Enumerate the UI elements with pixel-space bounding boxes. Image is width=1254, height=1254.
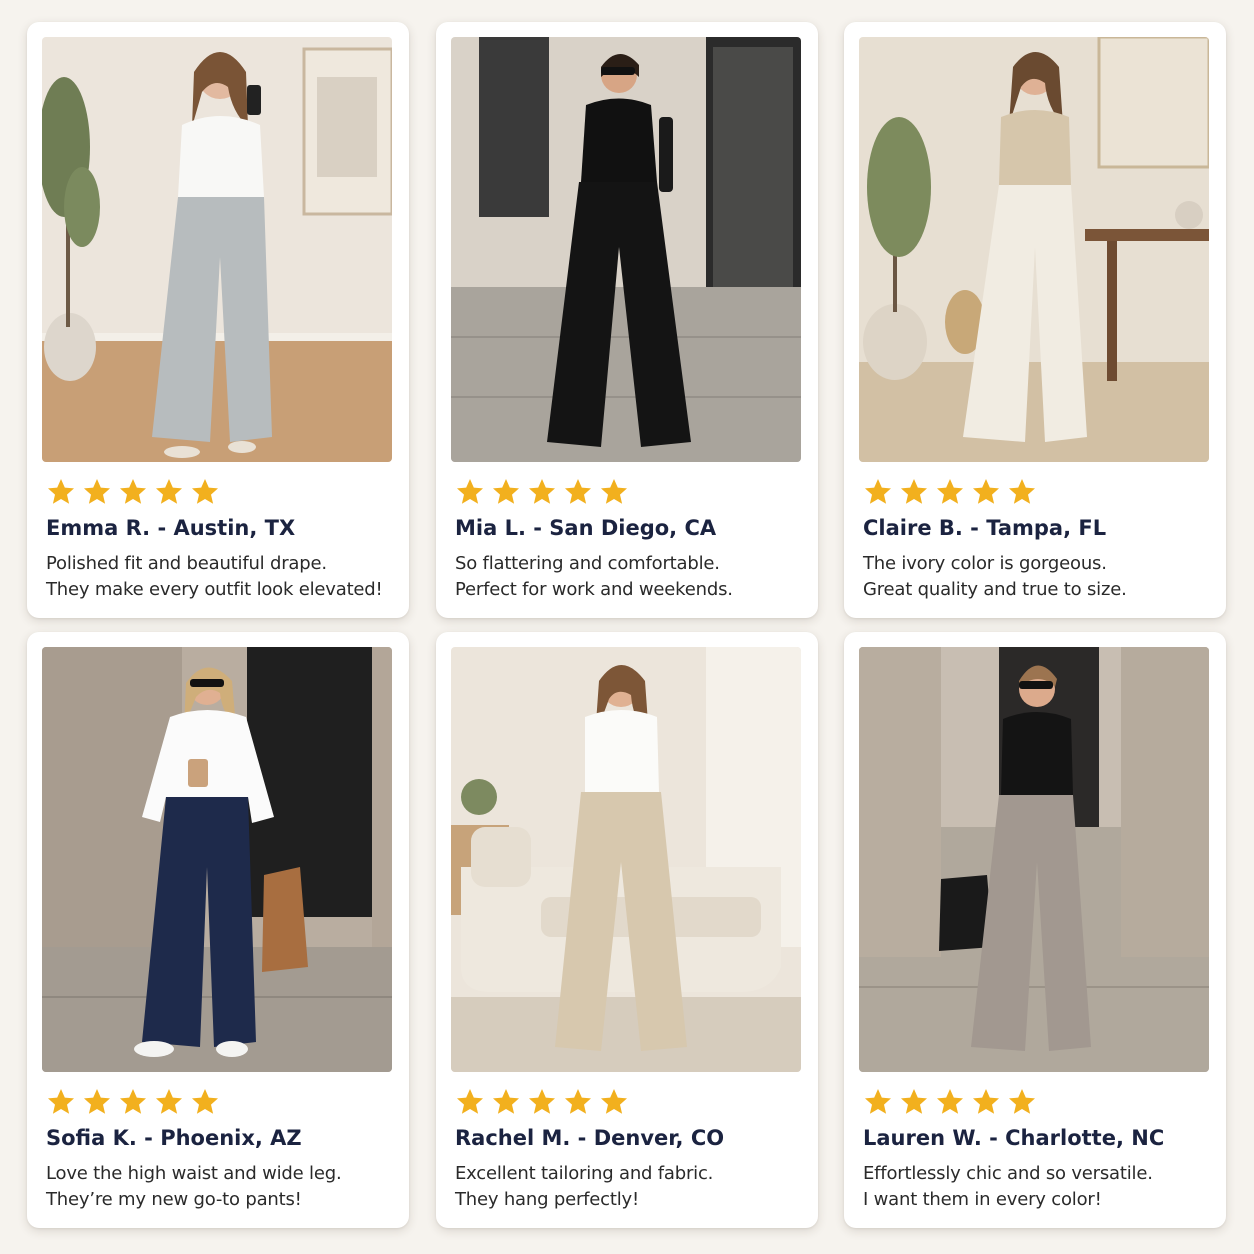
review-text-line: The ivory color is gorgeous. bbox=[863, 553, 1107, 574]
review-card: Claire B. - Tampa, FL The ivory color is… bbox=[844, 22, 1226, 618]
review-card: Rachel M. - Denver, CO Excellent tailori… bbox=[436, 632, 818, 1228]
star-icon bbox=[1007, 477, 1037, 507]
star-icon bbox=[935, 1087, 965, 1117]
star-icon bbox=[46, 1087, 76, 1117]
star-icon bbox=[118, 1087, 148, 1117]
star-icon bbox=[899, 1087, 929, 1117]
star-icon bbox=[971, 477, 1001, 507]
star-icon bbox=[527, 1087, 557, 1117]
review-text-line: They’re my new go-to pants! bbox=[46, 1189, 302, 1210]
star-icon bbox=[527, 477, 557, 507]
star-icon bbox=[935, 477, 965, 507]
review-text-line: Love the high waist and wide leg. bbox=[46, 1163, 342, 1184]
star-rating bbox=[455, 477, 629, 507]
review-photo bbox=[859, 37, 1209, 462]
review-text-line: I want them in every color! bbox=[863, 1189, 1102, 1210]
star-icon bbox=[599, 1087, 629, 1117]
star-icon bbox=[190, 1087, 220, 1117]
star-icon bbox=[82, 1087, 112, 1117]
review-text-line: Polished fit and beautiful drape. bbox=[46, 553, 327, 574]
star-icon bbox=[190, 477, 220, 507]
review-card: Emma R. - Austin, TX Polished fit and be… bbox=[27, 22, 409, 618]
review-text-line: So flattering and comfortable. bbox=[455, 553, 720, 574]
star-icon bbox=[118, 477, 148, 507]
review-card: Lauren W. - Charlotte, NC Effortlessly c… bbox=[844, 632, 1226, 1228]
star-icon bbox=[154, 477, 184, 507]
review-card: Mia L. - San Diego, CA So flattering and… bbox=[436, 22, 818, 618]
star-rating bbox=[46, 1087, 220, 1117]
star-icon bbox=[563, 477, 593, 507]
review-photo bbox=[451, 647, 801, 1072]
star-icon bbox=[455, 477, 485, 507]
star-icon bbox=[154, 1087, 184, 1117]
review-photo bbox=[451, 37, 801, 462]
star-icon bbox=[491, 477, 521, 507]
reviewer-name: Mia L. - San Diego, CA bbox=[455, 516, 717, 540]
star-icon bbox=[491, 1087, 521, 1117]
review-text-line: They hang perfectly! bbox=[455, 1189, 639, 1210]
reviewer-name: Emma R. - Austin, TX bbox=[46, 516, 296, 540]
star-icon bbox=[863, 1087, 893, 1117]
star-icon bbox=[82, 477, 112, 507]
review-photo bbox=[42, 37, 392, 462]
star-icon bbox=[563, 1087, 593, 1117]
review-card: Sofia K. - Phoenix, AZ Love the high wai… bbox=[27, 632, 409, 1228]
review-text-line: Great quality and true to size. bbox=[863, 579, 1127, 600]
reviewer-name: Sofia K. - Phoenix, AZ bbox=[46, 1126, 302, 1150]
review-text-line: They make every outfit look elevated! bbox=[46, 579, 383, 600]
star-icon bbox=[899, 477, 929, 507]
star-icon bbox=[971, 1087, 1001, 1117]
review-text-line: Effortlessly chic and so versatile. bbox=[863, 1163, 1153, 1184]
reviewer-name: Claire B. - Tampa, FL bbox=[863, 516, 1107, 540]
star-icon bbox=[599, 477, 629, 507]
star-rating bbox=[863, 1087, 1037, 1117]
review-text-line: Excellent tailoring and fabric. bbox=[455, 1163, 714, 1184]
star-rating bbox=[863, 477, 1037, 507]
star-icon bbox=[863, 477, 893, 507]
review-photo bbox=[859, 647, 1209, 1072]
star-rating bbox=[455, 1087, 629, 1117]
review-text-line: Perfect for work and weekends. bbox=[455, 579, 733, 600]
reviewer-name: Lauren W. - Charlotte, NC bbox=[863, 1126, 1165, 1150]
star-icon bbox=[46, 477, 76, 507]
review-photo bbox=[42, 647, 392, 1072]
reviewer-name: Rachel M. - Denver, CO bbox=[455, 1126, 725, 1150]
star-icon bbox=[455, 1087, 485, 1117]
star-rating bbox=[46, 477, 220, 507]
star-icon bbox=[1007, 1087, 1037, 1117]
